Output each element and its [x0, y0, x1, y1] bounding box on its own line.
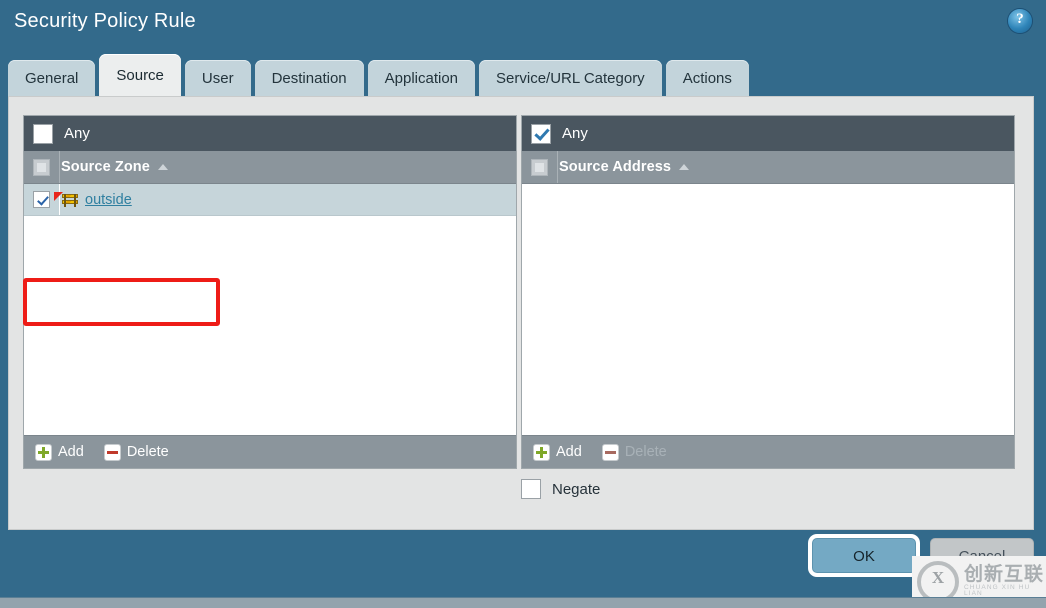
sort-ascending-icon[interactable] — [158, 164, 168, 170]
source-zone-any-checkbox[interactable] — [33, 124, 53, 144]
sort-ascending-icon[interactable] — [679, 164, 689, 170]
header-divider — [557, 151, 558, 183]
source-zone-column-label: Source Zone — [61, 159, 150, 175]
source-address-add-label: Add — [556, 444, 582, 460]
help-question-icon[interactable]: ? — [1008, 9, 1032, 33]
source-zone-delete-label: Delete — [127, 444, 169, 460]
minus-square-icon — [104, 444, 121, 461]
source-zone-delete-button[interactable]: Delete — [104, 444, 169, 461]
dialog-titlebar: Security Policy Rule ? — [0, 0, 1046, 48]
tab-actions[interactable]: Actions — [666, 60, 749, 98]
source-zone-row-checkbox[interactable] — [33, 191, 50, 208]
ok-button[interactable]: OK — [812, 538, 916, 573]
list-item[interactable]: outside — [24, 184, 516, 216]
source-address-column-label: Source Address — [559, 159, 671, 175]
source-address-panel: Any Source Address Add Delete — [521, 115, 1015, 469]
source-address-delete-button: Delete — [602, 444, 667, 461]
tab-general[interactable]: General — [8, 60, 95, 98]
source-tab-content: Any Source Zone — [8, 96, 1034, 530]
source-address-delete-label: Delete — [625, 444, 667, 460]
help-icon-glyph: ? — [1008, 11, 1032, 28]
negate-label: Negate — [552, 481, 600, 498]
negate-checkbox[interactable] — [521, 479, 541, 499]
tab-service-url-category[interactable]: Service/URL Category — [479, 60, 662, 98]
tab-user[interactable]: User — [185, 60, 251, 98]
source-zone-select-all-checkbox[interactable] — [33, 159, 50, 176]
tab-application[interactable]: Application — [368, 60, 475, 98]
page-title: Security Policy Rule — [14, 10, 196, 33]
source-zone-add-label: Add — [58, 444, 84, 460]
source-address-toolbar: Add Delete — [522, 435, 1014, 468]
source-address-any-row[interactable]: Any — [522, 116, 1014, 151]
source-address-any-label: Any — [562, 125, 588, 142]
source-zone-any-row[interactable]: Any — [24, 116, 516, 151]
tab-source[interactable]: Source — [99, 54, 181, 98]
header-divider — [59, 151, 60, 183]
source-zone-any-label: Any — [64, 125, 90, 142]
source-zone-list: outside — [24, 184, 516, 439]
zone-barrier-icon — [61, 193, 79, 207]
cancel-button[interactable]: Cancel — [930, 538, 1034, 573]
source-zone-panel: Any Source Zone — [23, 115, 517, 469]
dialog-button-row: OK Cancel — [0, 538, 1034, 573]
source-address-any-checkbox[interactable] — [531, 124, 551, 144]
tab-destination[interactable]: Destination — [255, 60, 364, 98]
source-zone-add-button[interactable]: Add — [35, 444, 84, 461]
security-policy-rule-dialog: Security Policy Rule ? General Source Us… — [0, 0, 1046, 607]
plus-square-icon — [35, 444, 52, 461]
source-zone-column-header[interactable]: Source Zone — [24, 151, 516, 184]
tab-bar: General Source User Destination Applicat… — [8, 54, 753, 98]
minus-square-icon — [602, 444, 619, 461]
source-address-add-button[interactable]: Add — [533, 444, 582, 461]
page-bottom-strip — [0, 597, 1046, 608]
source-address-column-header[interactable]: Source Address — [522, 151, 1014, 184]
source-zone-row-label[interactable]: outside — [85, 192, 132, 208]
source-address-list — [522, 184, 1014, 439]
negate-row[interactable]: Negate — [521, 479, 600, 499]
plus-square-icon — [533, 444, 550, 461]
source-zone-toolbar: Add Delete — [24, 435, 516, 468]
source-address-select-all-checkbox[interactable] — [531, 159, 548, 176]
